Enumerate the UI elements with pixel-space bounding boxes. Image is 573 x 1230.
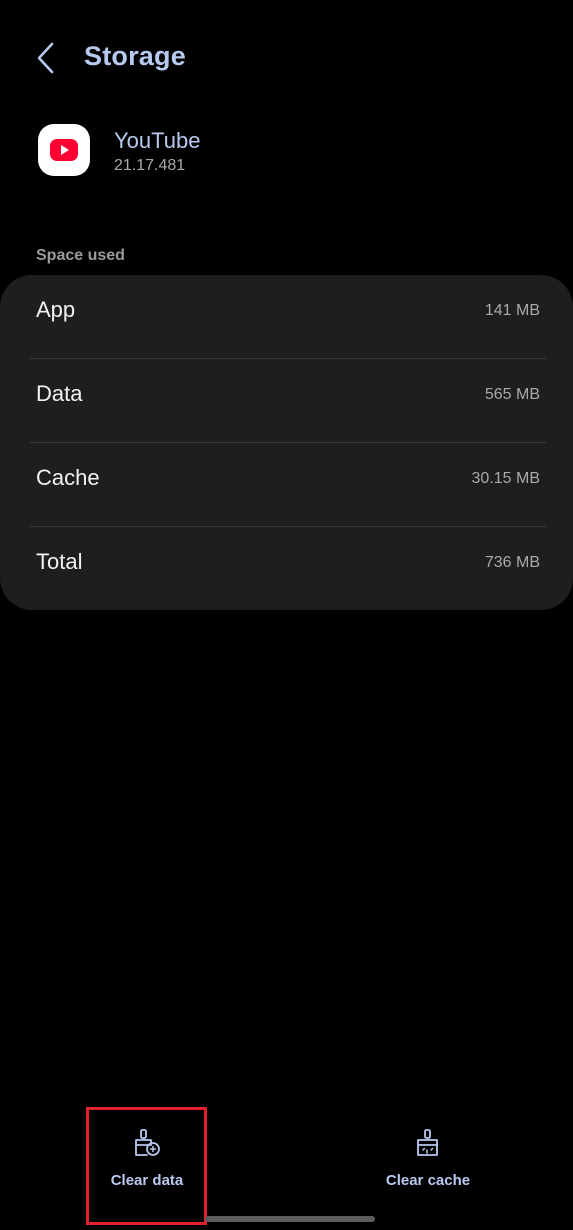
app-name: YouTube <box>114 128 201 153</box>
row-value: 141 MB <box>484 302 540 319</box>
row-label: Data <box>36 381 83 406</box>
app-info: YouTube 21.17.481 <box>38 124 538 180</box>
clear-cache-label: Clear cache <box>385 1172 471 1189</box>
row-label: Cache <box>36 465 100 490</box>
storage-row-app: App 141 MB <box>30 275 546 359</box>
header: Storage <box>0 28 573 88</box>
broom-clear-cache-icon <box>413 1128 443 1158</box>
clear-cache-button[interactable]: Clear cache <box>353 1128 503 1198</box>
home-indicator[interactable] <box>205 1216 375 1222</box>
back-button[interactable] <box>22 36 70 80</box>
chevron-left-icon <box>37 42 54 74</box>
row-label: Total <box>36 549 83 574</box>
space-used-card: App 141 MB Data 565 MB Cache 30.15 MB To… <box>0 275 573 610</box>
storage-row-cache: Cache 30.15 MB <box>30 443 546 527</box>
page-title: Storage <box>84 41 186 71</box>
storage-screen: Storage YouTube 21.17.481 Space used App… <box>0 0 573 1230</box>
storage-row-total: Total 736 MB <box>30 527 546 611</box>
row-value: 565 MB <box>484 386 540 403</box>
section-label-space-used: Space used <box>36 247 125 264</box>
youtube-icon <box>38 124 90 176</box>
app-version: 21.17.481 <box>114 157 186 174</box>
row-value: 30.15 MB <box>471 470 540 487</box>
row-value: 736 MB <box>484 554 540 571</box>
storage-row-data: Data 565 MB <box>30 359 546 443</box>
row-label: App <box>36 297 76 322</box>
highlight-annotation-box <box>86 1107 207 1225</box>
